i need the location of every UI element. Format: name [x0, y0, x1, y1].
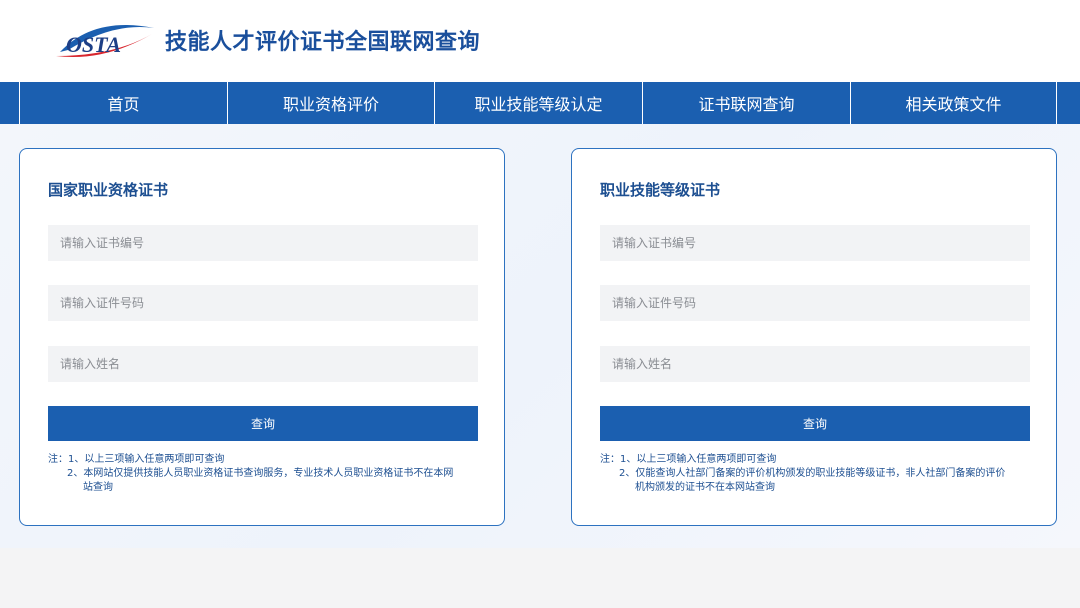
- name-input[interactable]: [48, 346, 478, 382]
- nav-item-skill-level-certification[interactable]: 职业技能等级认定: [434, 82, 642, 124]
- note-line: 注：1、以上三项输入任意两项即可查询: [48, 454, 225, 465]
- certificate-number-input[interactable]: [48, 225, 478, 261]
- site-header: OSTA 技能人才评价证书全国联网查询: [0, 0, 1080, 82]
- note-line: 2、仅能查询人社部门备案的评价机构颁发的职业技能等级证书，非人社部门备案的评价: [619, 468, 1006, 479]
- main-content: 国家职业资格证书 查询 注：1、以上三项输入任意两项即可查询 2、本网站仅提供技…: [0, 124, 1080, 548]
- id-number-input[interactable]: [600, 285, 1030, 321]
- note-line: 注：1、以上三项输入任意两项即可查询: [600, 454, 777, 465]
- qualification-certificate-card: 国家职业资格证书 查询 注：1、以上三项输入任意两项即可查询 2、本网站仅提供技…: [19, 148, 505, 526]
- id-number-input[interactable]: [48, 285, 478, 321]
- main-nav: 首页 职业资格评价 职业技能等级认定 证书联网查询 相关政策文件: [0, 82, 1080, 124]
- nav-item-certificate-query[interactable]: 证书联网查询: [642, 82, 850, 124]
- query-button[interactable]: 查询: [48, 406, 478, 441]
- nav-item-qualification-evaluation[interactable]: 职业资格评价: [227, 82, 434, 124]
- notes: 注：1、以上三项输入任意两项即可查询 2、本网站仅提供技能人员职业资格证书查询服…: [48, 453, 478, 495]
- osta-logo[interactable]: OSTA: [54, 22, 158, 60]
- nav-item-home[interactable]: 首页: [19, 82, 227, 124]
- card-title: 职业技能等级证书: [600, 181, 721, 199]
- site-title: 技能人才评价证书全国联网查询: [165, 30, 481, 55]
- name-input[interactable]: [600, 346, 1030, 382]
- note-line: 站查询: [83, 482, 113, 493]
- certificate-number-input[interactable]: [600, 225, 1030, 261]
- query-button[interactable]: 查询: [600, 406, 1030, 441]
- footer-area: [0, 548, 1080, 608]
- skill-level-certificate-card: 职业技能等级证书 查询 注：1、以上三项输入任意两项即可查询 2、仅能查询人社部…: [571, 148, 1057, 526]
- notes: 注：1、以上三项输入任意两项即可查询 2、仅能查询人社部门备案的评价机构颁发的职…: [600, 453, 1030, 495]
- note-line: 2、本网站仅提供技能人员职业资格证书查询服务，专业技术人员职业资格证书不在本网: [67, 468, 454, 479]
- note-line: 机构颁发的证书不在本网站查询: [635, 482, 775, 493]
- card-title: 国家职业资格证书: [48, 181, 169, 199]
- svg-text:OSTA: OSTA: [66, 32, 121, 57]
- nav-item-policy-documents[interactable]: 相关政策文件: [850, 82, 1057, 124]
